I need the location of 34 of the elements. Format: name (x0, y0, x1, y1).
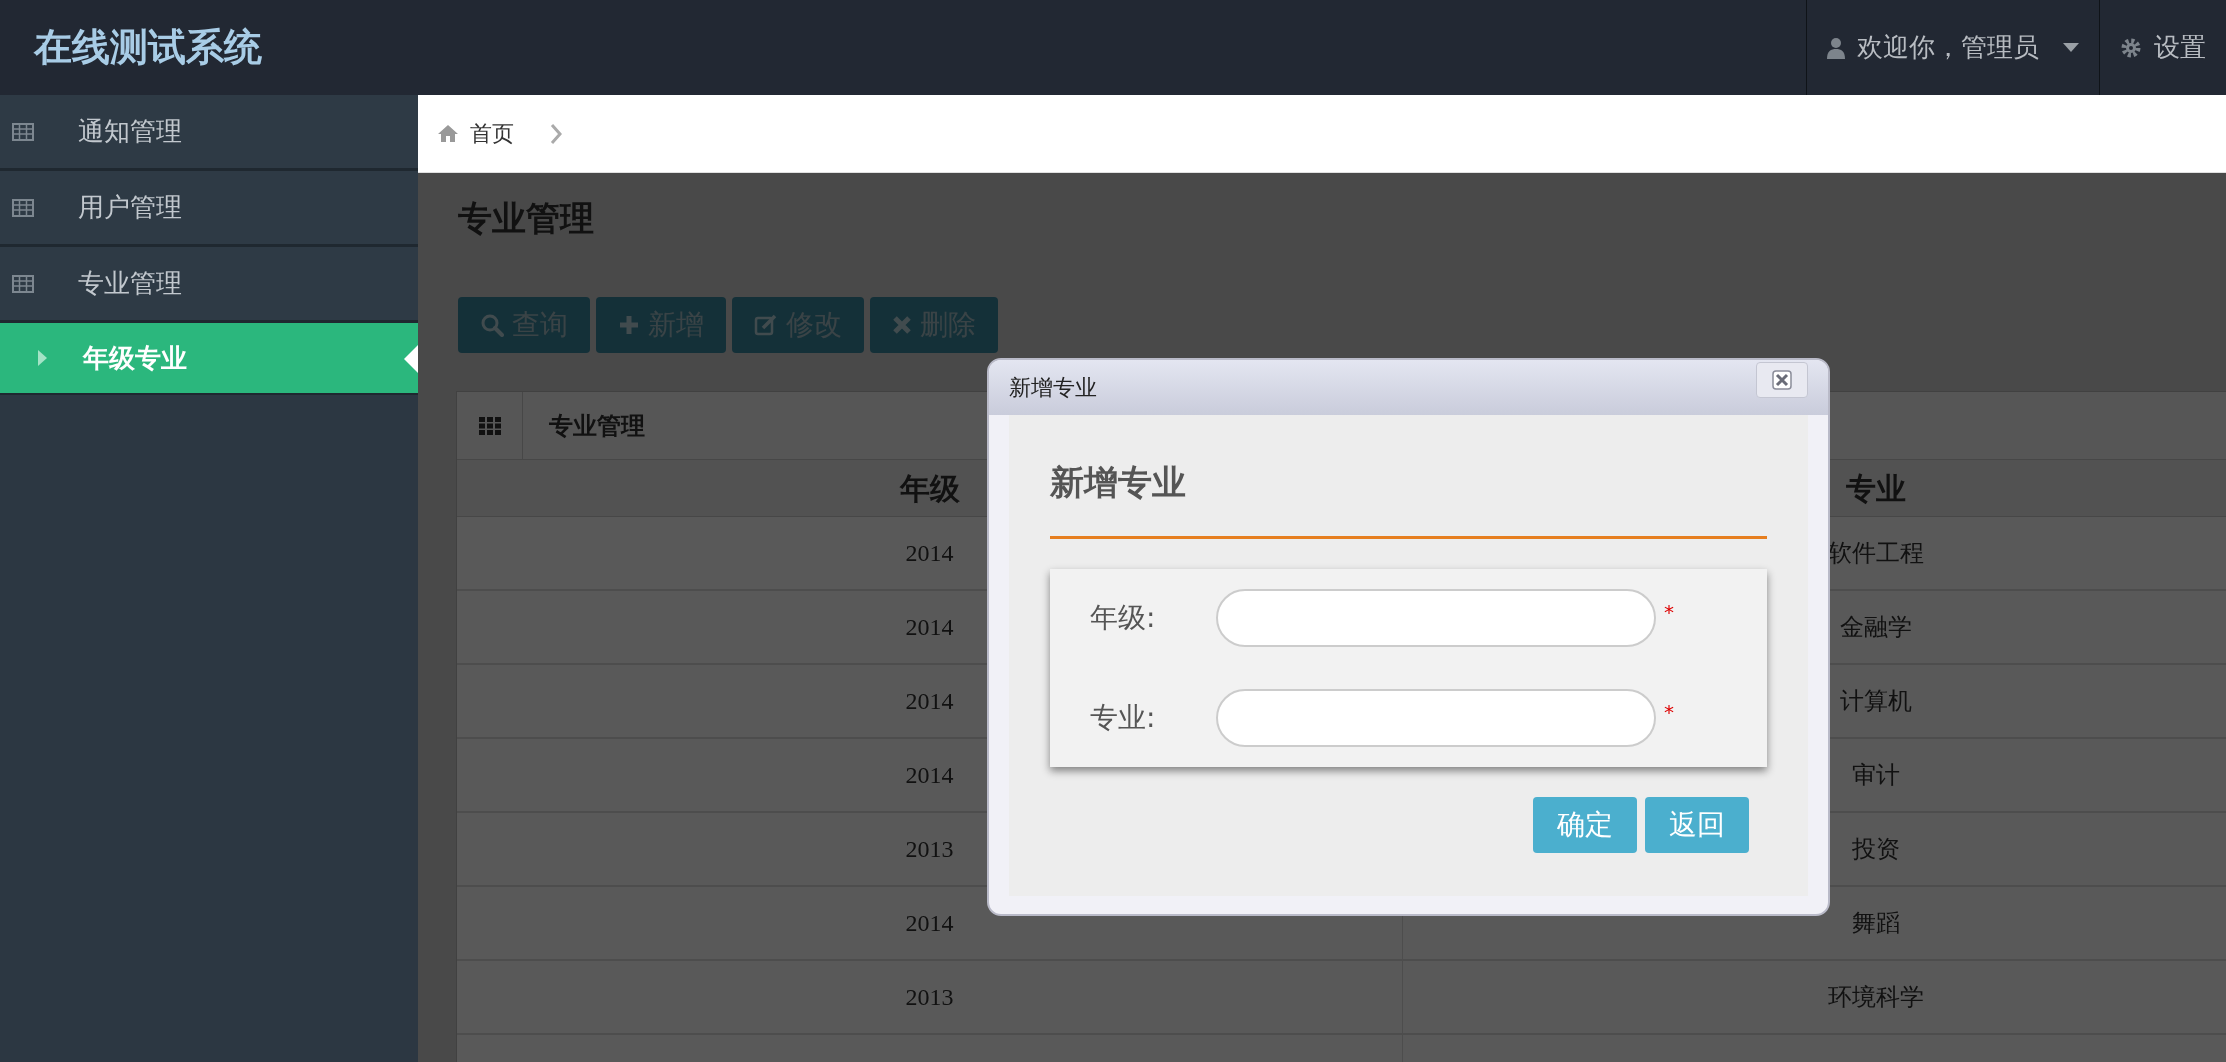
grid-icon (478, 416, 501, 435)
required-mark: * (1664, 599, 1674, 626)
input-field[interactable] (1216, 589, 1656, 647)
close-icon (892, 315, 912, 335)
dialog-button[interactable]: 返回 (1645, 797, 1749, 853)
edit-icon (754, 313, 778, 337)
dialog-heading: 新增专业 (1050, 461, 1187, 504)
user-icon (1827, 36, 1845, 59)
table-icon (12, 122, 34, 141)
plus-icon (618, 314, 640, 336)
table-icon (12, 198, 34, 217)
table-icon (12, 274, 34, 293)
search-icon (480, 313, 504, 337)
settings-button[interactable]: 设置 (2100, 0, 2226, 95)
dialog-button[interactable]: 确定 (1533, 797, 1637, 853)
app-title: 在线测试系统 (34, 24, 262, 71)
settings-icon (2120, 36, 2142, 59)
sidebar-subitem[interactable]: 年级专业 (0, 323, 418, 395)
close-button[interactable] (1756, 362, 1808, 398)
active-pointer-icon (404, 345, 418, 373)
home-icon (438, 125, 458, 142)
caret-icon (2063, 43, 2079, 52)
breadcrumb-link[interactable]: 首页 (470, 117, 514, 150)
field-label: 专业: (1090, 700, 1157, 736)
field-label: 年级: (1090, 600, 1157, 636)
required-mark: * (1664, 699, 1674, 726)
input-field[interactable] (1216, 689, 1656, 747)
panel-title: 专业管理 (548, 410, 645, 442)
table-cell: 2013 (457, 961, 1403, 1035)
dialog-title: 新增专业 (1009, 374, 1097, 402)
caret-icon (38, 350, 47, 366)
page-title: 专业管理 (458, 197, 595, 240)
close-icon (1772, 370, 1792, 390)
chevron-right-icon (550, 122, 562, 145)
